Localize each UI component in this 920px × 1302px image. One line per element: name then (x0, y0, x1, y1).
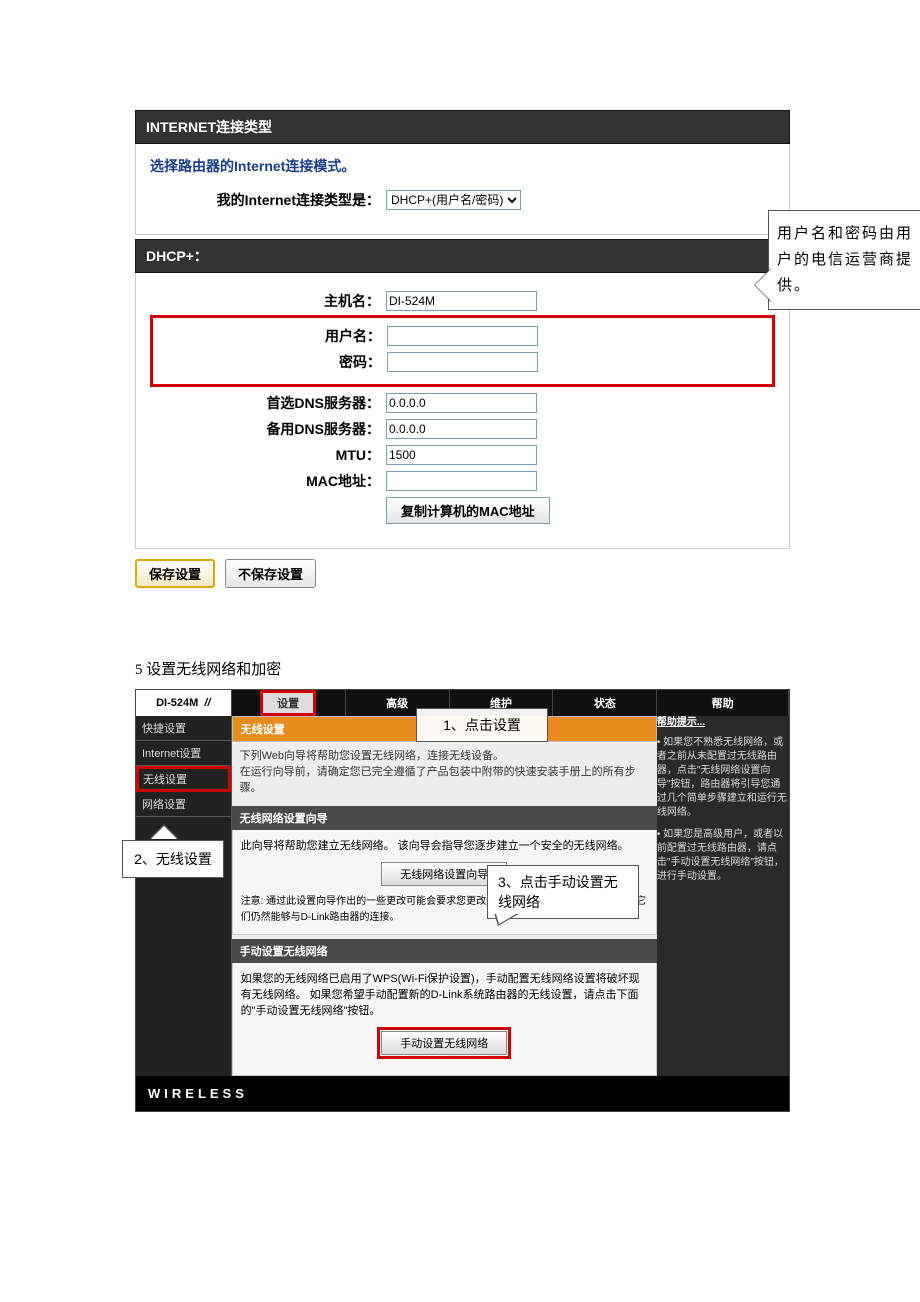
sidebar-item-quick[interactable]: 快捷设置 (136, 716, 231, 741)
help-sidebar: 帮助提示... • 如果您不熟悉无线网络，或者之前从未配置过无线路由器，点击"无… (657, 716, 789, 1076)
save-row: 保存设置 不保存设置 (135, 559, 790, 588)
internet-type-card: 选择路由器的Internet连接模式。 我的Internet连接类型是： DHC… (135, 144, 790, 235)
mtu-label: MTU： (150, 445, 386, 465)
dhcp-card: 主机名： 用户名： 密码： 首选DNS服务器： 备用DNS服务器： (135, 273, 790, 549)
hostname-input[interactable] (386, 291, 537, 311)
secondary-dns-label: 备用DNS服务器： (150, 419, 386, 439)
username-input[interactable] (387, 326, 538, 346)
help-paragraph-2: • 如果您是高级用户，或者以前配置过无线路由器，请点击"手动设置无线网络"按钮，… (657, 828, 789, 884)
save-settings-button[interactable]: 保存设置 (135, 559, 215, 588)
password-label: 密码： (159, 352, 387, 372)
sidebar: 快捷设置 Internet设置 无线设置 网络设置 (136, 716, 231, 1076)
hostname-label: 主机名： (150, 291, 386, 311)
mtu-input[interactable] (386, 445, 537, 465)
router-wireless-panel: DI-524M // 设置 高级 维护 状态 帮助 快捷设置 Internet设… (135, 689, 790, 1112)
credentials-highlight-box: 用户名： 密码： (150, 315, 775, 387)
step-5-heading: 5 设置无线网络和加密 (135, 658, 920, 679)
callout-click-manual: 3、点击手动设置无线网络 (487, 865, 639, 919)
help-heading: 帮助提示... (657, 716, 789, 730)
primary-dns-input[interactable] (386, 393, 537, 413)
callout-click-settings: 1、点击设置 (416, 708, 548, 742)
callout-credentials-note: 用户名和密码由用户的电信运营商提供。 (768, 210, 920, 310)
manual-wireless-button[interactable]: 手动设置无线网络 (381, 1031, 507, 1055)
copy-mac-button[interactable]: 复制计算机的MAC地址 (386, 497, 550, 524)
my-connection-type-label: 我的Internet连接类型是： (150, 190, 386, 210)
model-label: DI-524M (156, 697, 198, 709)
manual-body: 如果您的无线网络已启用了WPS(Wi-Fi保护设置)，手动配置无线网络设置将破坏… (232, 963, 657, 1076)
manual-heading: 手动设置无线网络 (232, 939, 657, 963)
primary-dns-label: 首选DNS服务器： (150, 393, 386, 413)
intro-text: 下列Web向导将帮助您设置无线网络，连接无线设备。 在运行向导前，请确定您已完全… (232, 742, 657, 802)
callout-wireless-settings: 2、无线设置 (122, 840, 224, 878)
sidebar-item-wireless[interactable]: 无线设置 (136, 766, 231, 792)
discard-settings-button[interactable]: 不保存设置 (225, 559, 316, 588)
mac-input[interactable] (386, 471, 537, 491)
manual-button-highlight: 手动设置无线网络 (377, 1027, 511, 1059)
mac-label: MAC地址： (150, 471, 386, 491)
password-input[interactable] (387, 352, 538, 372)
tab-settings[interactable]: 设置 (260, 690, 316, 716)
wizard-heading: 无线网络设置向导 (232, 806, 657, 830)
tab-help[interactable]: 帮助 (657, 690, 789, 716)
sidebar-item-internet[interactable]: Internet设置 (136, 741, 231, 766)
tab-status[interactable]: 状态 (553, 690, 657, 716)
internet-settings-panel: INTERNET连接类型 选择路由器的Internet连接模式。 我的Inter… (135, 110, 790, 588)
connection-type-select[interactable]: DHCP+(用户名/密码) (386, 190, 521, 210)
select-mode-heading: 选择路由器的Internet连接模式。 (150, 156, 775, 176)
section-title-dhcp: DHCP+： (135, 239, 790, 273)
secondary-dns-input[interactable] (386, 419, 537, 439)
username-label: 用户名： (159, 326, 387, 346)
footer-brand: WIRELESS (136, 1076, 789, 1111)
section-title-internet: INTERNET连接类型 (135, 110, 790, 144)
help-paragraph-1: • 如果您不熟悉无线网络，或者之前从未配置过无线路由器，点击"无线网络设置向导"… (657, 736, 789, 820)
